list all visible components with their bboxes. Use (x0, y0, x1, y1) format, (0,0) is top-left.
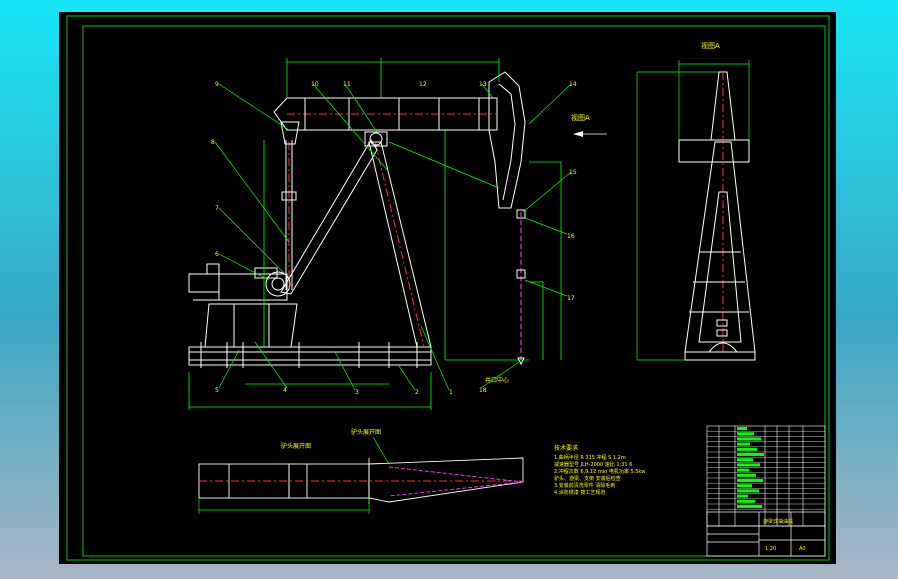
note-line: 驴头、游梁、支架 安装后检查 (554, 475, 621, 482)
drawing-sheet: 1 2 3 4 5 6 7 8 9 10 11 12 13 14 15 16 1… (66, 15, 830, 561)
callout: 8 (211, 139, 215, 146)
horse-head (488, 71, 526, 209)
callout: 9 (215, 81, 219, 88)
pumping-unit-elevation (188, 71, 526, 368)
title-block-name: 游梁式抽油机 (763, 518, 793, 525)
parts-list-entry (737, 458, 753, 462)
part-callouts: 1 2 3 4 5 6 7 8 9 10 11 12 13 14 15 16 1… (211, 81, 577, 396)
callout: 12 (419, 81, 427, 88)
callout: 18 (479, 387, 487, 394)
callout: 4 (283, 387, 287, 394)
parts-list (706, 425, 826, 527)
callout: 2 (415, 389, 419, 396)
parts-list-entry (737, 484, 752, 488)
motor (188, 273, 220, 293)
notes-title: 技术要求 (554, 444, 578, 452)
view-a-arrow: 视图A (571, 113, 607, 137)
title-block-scale: 1:20 (765, 546, 776, 552)
callout: 3 (355, 389, 359, 396)
parts-list-entry (737, 494, 748, 498)
parts-list-entry (737, 463, 760, 467)
callout: 15 (569, 169, 577, 176)
note-line: 4.涂防锈漆 按工艺规范 (554, 489, 605, 496)
note-line: 2.冲程次数 6,9,12 min 电机功率 5.5kw (554, 468, 645, 475)
wellhead-center-label: 井口中心 (485, 376, 509, 384)
callout: 6 (215, 251, 219, 258)
callout: 7 (215, 205, 219, 212)
technical-notes: 技术要求 1.曲柄半径 R 315 冲程 S 1.2m 减速器型号 JLH-20… (554, 444, 645, 496)
section-side-label: 驴头展开图 (351, 428, 381, 436)
parts-list-entry (737, 505, 762, 508)
view-a-title: 视图A (701, 41, 720, 50)
parts-list-entry (737, 427, 747, 430)
callout: 5 (215, 387, 219, 394)
section-title: 驴头展开图 (281, 442, 311, 450)
cad-viewport[interactable]: 1 2 3 4 5 6 7 8 9 10 11 12 13 14 15 16 1… (59, 12, 836, 564)
parts-list-entry (737, 479, 763, 482)
parts-list-entry (737, 432, 754, 436)
base-skid (188, 346, 432, 366)
callout: 11 (343, 81, 351, 88)
parts-list-entry (737, 442, 750, 446)
samson-post-front (368, 141, 432, 348)
side-view-a (678, 71, 756, 361)
parts-list-entry (737, 489, 759, 493)
inner-frame (82, 25, 826, 557)
parts-list-entry (737, 437, 761, 441)
side-view-dimensions (636, 60, 750, 361)
callout: 14 (569, 81, 577, 88)
callout: 1 (449, 389, 453, 396)
note-line: 减速器型号 JLH-2000 速比 1:31.6 (554, 461, 632, 468)
parts-list-entry (737, 473, 756, 477)
note-line: 3.安装前清洗零件 清除毛刺 (554, 482, 615, 489)
callout: 17 (567, 295, 575, 302)
callout: 10 (311, 81, 319, 88)
parts-list-rows (707, 431, 825, 510)
callout: 16 (567, 233, 575, 240)
note-line: 1.曲柄半径 R 315 冲程 S 1.2m (554, 454, 626, 461)
gearbox-pedestal (204, 303, 298, 348)
parts-list-entry (737, 447, 757, 451)
parts-list-entry (737, 499, 755, 503)
view-arrow-label: 视图A (571, 113, 590, 122)
title-block-sheet: A0 (799, 546, 806, 552)
horse-head-development (198, 457, 524, 504)
parts-list-entry (737, 453, 764, 456)
callout: 13 (479, 81, 487, 88)
parts-list-entry (737, 468, 749, 472)
samson-post-rear (280, 139, 378, 295)
